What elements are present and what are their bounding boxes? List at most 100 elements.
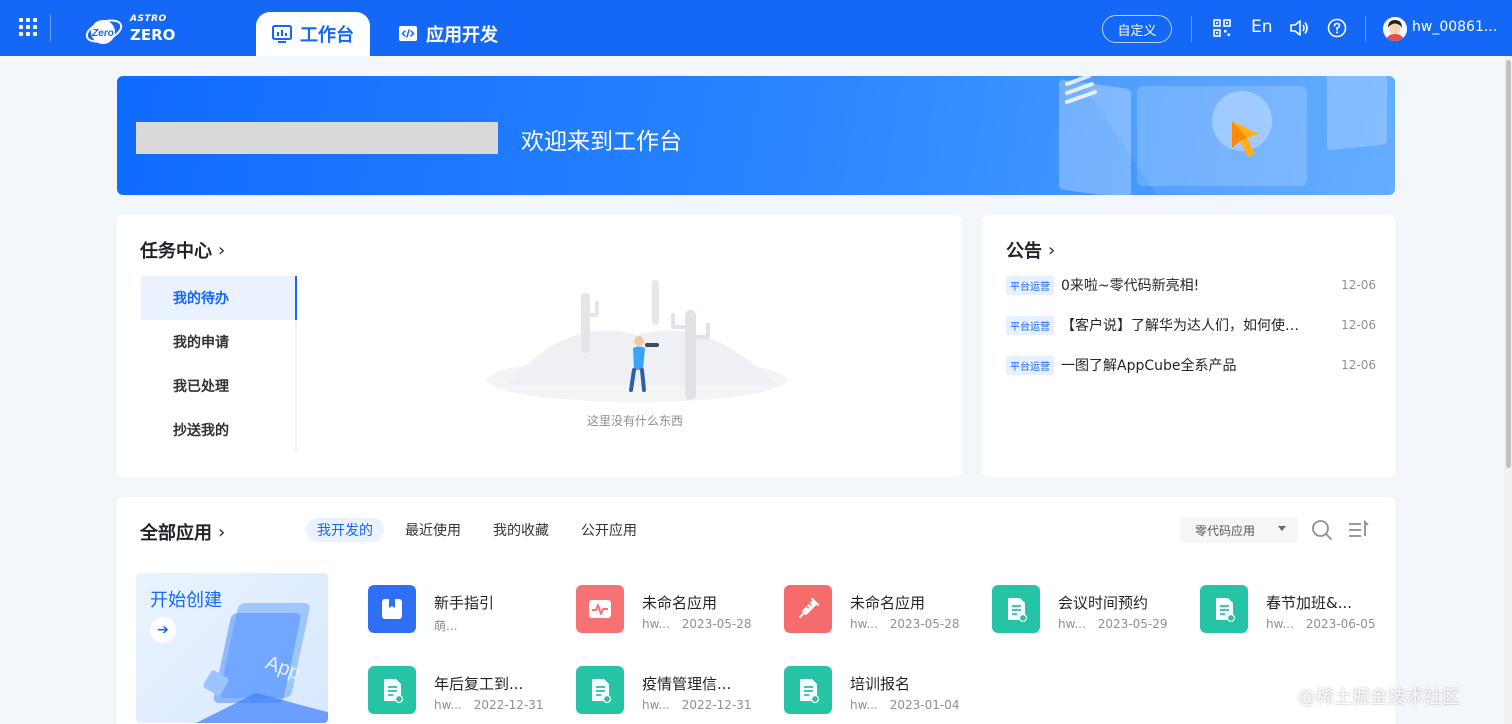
app-name: 疫情管理信...: [642, 675, 732, 693]
app-owner: hw...: [642, 617, 670, 631]
app-owner: hw...: [1266, 617, 1294, 631]
notice-tag: 平台运营: [1006, 355, 1054, 375]
speaker-icon[interactable]: [1288, 17, 1310, 39]
empty-state-text: 这里没有什么东西: [587, 414, 684, 428]
app-name: 春节加班&...: [1266, 594, 1353, 612]
create-app-card[interactable]: 开始创建 ➔ App: [136, 573, 328, 723]
app-meta: hw... 2022-12-31: [642, 698, 752, 712]
tab-favorites[interactable]: 我的收藏: [482, 518, 560, 542]
app-item[interactable]: 未命名应用 hw... 2023-05-28: [784, 585, 984, 635]
empty-state-illustration: [487, 280, 787, 402]
notice-item[interactable]: 平台运营 0来啦~零代码新亮相! 12-06: [1006, 275, 1376, 295]
app-date: 2023-06-05: [1305, 617, 1376, 631]
logo-badge-text: Zero: [91, 28, 114, 39]
language-toggle[interactable]: En: [1251, 17, 1273, 37]
code-window-icon: [399, 26, 417, 41]
tab-app-dev-label: 应用开发: [426, 25, 498, 46]
welcome-text: 欢迎来到工作台: [521, 129, 682, 155]
sort-icon[interactable]: [1346, 518, 1370, 542]
pulse-icon: [576, 585, 624, 633]
app-owner: 萌...: [434, 619, 458, 633]
task-menu-item-applied[interactable]: 我的申请: [141, 320, 297, 364]
username[interactable]: hw_00861...: [1412, 19, 1497, 35]
tab-workbench[interactable]: 工作台: [256, 12, 370, 56]
document-icon: [576, 666, 624, 714]
task-menu-item-cc[interactable]: 抄送我的: [141, 408, 297, 452]
tab-recent[interactable]: 最近使用: [394, 518, 472, 542]
app-owner: hw...: [434, 698, 462, 712]
app-name: 培训报名: [850, 675, 911, 693]
scrollbar-thumb[interactable]: [1506, 60, 1511, 468]
redacted-block: [136, 122, 498, 154]
app-date: 2022-12-31: [681, 698, 752, 712]
app-meta: hw... 2023-05-28: [642, 617, 752, 631]
watermark: @稀土掘金技术社区: [1298, 687, 1460, 708]
app-date: 2023-05-28: [889, 617, 960, 631]
notice-title[interactable]: 公告 ›: [1006, 237, 1055, 263]
app-name: 会议时间预约: [1058, 594, 1149, 612]
caret-down-icon: [1278, 526, 1286, 531]
tab-app-dev[interactable]: 应用开发: [398, 12, 498, 56]
logo-bottom-text: ZERO: [130, 26, 176, 44]
app-type-select-value: 零代码应用: [1195, 523, 1256, 538]
task-menu-item-handled[interactable]: 我已处理: [141, 364, 297, 408]
app-item[interactable]: 培训报名 hw... 2023-01-04: [784, 666, 984, 716]
tab-public[interactable]: 公开应用: [570, 518, 648, 542]
app-item[interactable]: 春节加班&... hw... 2023-06-05: [1200, 585, 1400, 635]
app-owner: hw...: [642, 698, 670, 712]
app-meta: hw... 2023-05-29: [1058, 617, 1168, 631]
app-name: 未命名应用: [642, 594, 718, 612]
syringe-icon: [784, 585, 832, 633]
notice-title-text: 公告: [1006, 241, 1042, 262]
qrcode-icon[interactable]: [1211, 17, 1233, 39]
welcome-banner: 欢迎来到工作台: [117, 76, 1395, 195]
task-menu-item-todo[interactable]: 我的待办: [141, 276, 297, 320]
app-date: 2023-01-04: [889, 698, 960, 712]
app-meta: hw... 2023-01-04: [850, 698, 960, 712]
chevron-right-icon: ›: [218, 239, 226, 261]
app-item[interactable]: 会议时间预约 hw... 2023-05-29: [992, 585, 1192, 635]
notice-item[interactable]: 平台运营 一图了解AppCube全系产品 12-06: [1006, 355, 1376, 375]
app-item[interactable]: 未命名应用 hw... 2023-05-28: [576, 585, 776, 635]
app-meta: hw... 2023-05-28: [850, 617, 960, 631]
create-app-illustration: App: [196, 603, 328, 723]
tab-my-developed[interactable]: 我开发的: [306, 518, 384, 542]
logo-top-text: ASTRO: [130, 14, 167, 24]
logo[interactable]: Zero ASTRO ZERO: [84, 11, 184, 47]
document-icon: [368, 666, 416, 714]
apps-grid-icon[interactable]: [19, 18, 37, 36]
top-bar: Zero ASTRO ZERO 工作台 应用开发 自定义 En hw_00861…: [0, 0, 1512, 56]
customize-button[interactable]: 自定义: [1102, 15, 1172, 43]
avatar[interactable]: [1383, 17, 1407, 41]
monitor-chart-icon: [272, 25, 292, 43]
app-owner: hw...: [850, 617, 878, 631]
task-center-title-text: 任务中心: [140, 241, 212, 262]
all-apps-card: 全部应用 › 我开发的 最近使用 我的收藏 公开应用 零代码应用 开始创建 ➔ …: [117, 497, 1395, 724]
task-menu: 我的待办 我的申请 我已处理 抄送我的: [141, 276, 297, 452]
app-tabs: 我开发的 最近使用 我的收藏 公开应用: [306, 518, 658, 542]
app-name: 年后复工到...: [434, 675, 524, 693]
task-center-title[interactable]: 任务中心 ›: [140, 237, 225, 263]
bookmark-icon: [368, 585, 416, 633]
app-date: 2023-05-29: [1097, 617, 1168, 631]
divider: [1191, 16, 1192, 42]
all-apps-title[interactable]: 全部应用 ›: [140, 519, 225, 545]
notice-item[interactable]: 平台运营 【客户说】了解华为达人们，如何使用... 12-06: [1006, 315, 1376, 335]
search-icon[interactable]: [1310, 518, 1334, 542]
task-center-card: 任务中心 › 我的待办 我的申请 我已处理 抄送我的 这里没有什么东西: [117, 215, 962, 477]
document-icon: [992, 585, 1040, 633]
notice-item-date: 12-06: [1341, 278, 1376, 292]
tab-workbench-label: 工作台: [300, 25, 354, 46]
chevron-right-icon: ›: [218, 521, 226, 543]
divider: [50, 14, 51, 42]
app-type-select[interactable]: 零代码应用: [1180, 517, 1298, 543]
app-meta: hw... 2022-12-31: [434, 698, 544, 712]
app-item[interactable]: 疫情管理信... hw... 2022-12-31: [576, 666, 776, 716]
notice-item-title: 0来啦~零代码新亮相!: [1061, 278, 1200, 294]
help-icon[interactable]: [1326, 17, 1348, 39]
app-meta: 萌...: [434, 617, 469, 634]
notice-tag: 平台运营: [1006, 315, 1054, 335]
app-item[interactable]: 新手指引 萌...: [368, 585, 568, 635]
app-item[interactable]: 年后复工到... hw... 2022-12-31: [368, 666, 568, 716]
divider: [1365, 16, 1366, 42]
